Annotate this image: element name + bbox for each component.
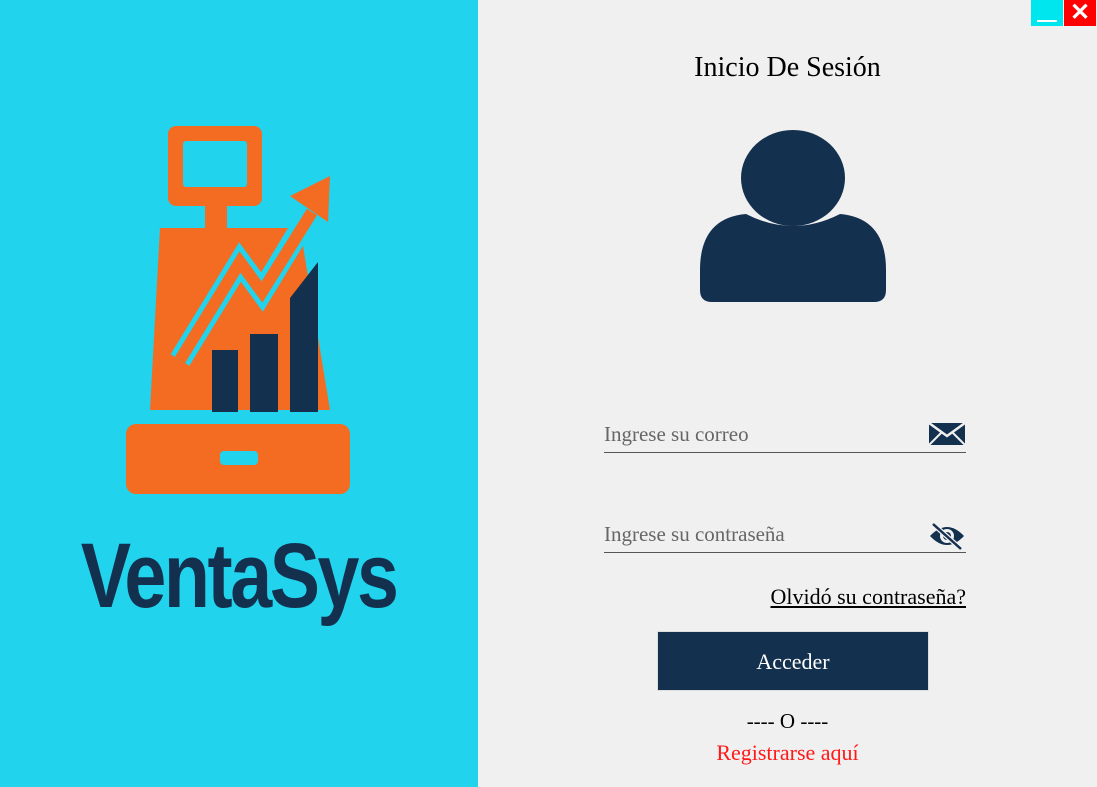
minimize-icon xyxy=(1037,20,1057,22)
password-input[interactable] xyxy=(604,518,914,550)
page-title: Inicio De Sesión xyxy=(694,52,881,83)
envelope-icon xyxy=(928,422,966,446)
user-icon xyxy=(700,130,886,302)
brand-panel: VentaSys xyxy=(0,0,478,787)
login-button[interactable]: Acceder xyxy=(657,631,929,691)
brand-name: VentaSys xyxy=(80,525,399,627)
email-input[interactable] xyxy=(604,418,914,450)
email-field xyxy=(604,418,966,453)
minimize-button[interactable] xyxy=(1031,0,1063,26)
register-link[interactable]: Registrarse aquí xyxy=(478,740,1097,766)
forgot-password-link[interactable]: Olvidó su contraseña? xyxy=(771,584,967,610)
close-button[interactable]: ✕ xyxy=(1064,0,1096,26)
eye-slash-icon[interactable] xyxy=(928,522,966,550)
separator: ---- O ---- xyxy=(746,709,829,733)
password-field xyxy=(604,518,966,553)
logo-icon xyxy=(126,126,350,494)
